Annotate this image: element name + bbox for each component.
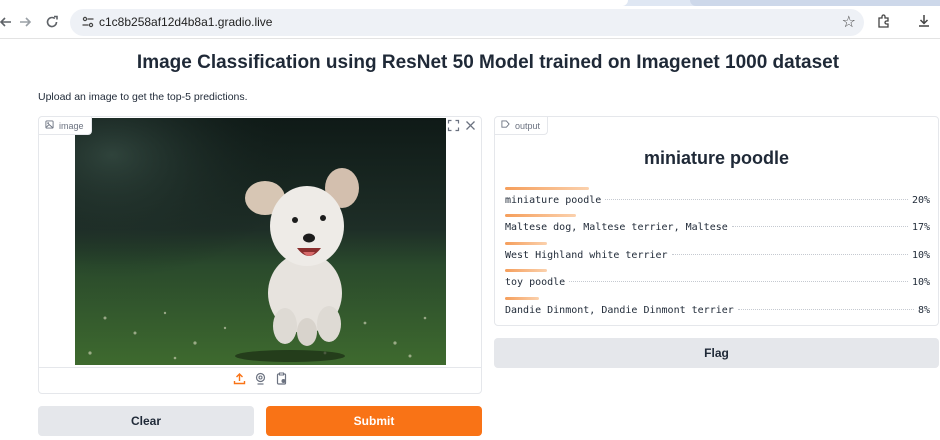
page-title: Image Classification using ResNet 50 Mod… — [136, 52, 840, 73]
site-info-icon[interactable] — [81, 15, 95, 29]
confidence-value: 10% — [911, 249, 930, 261]
confidence-label: West Highland white terrier — [505, 249, 668, 261]
flag-button[interactable]: Flag — [494, 338, 939, 368]
extensions-icon[interactable] — [876, 13, 892, 34]
confidence-row[interactable]: Dandie Dinmont, Dandie Dinmont terrier 8% — [505, 296, 930, 324]
confidence-row[interactable]: Maltese dog, Maltese terrier, Maltese 17% — [505, 214, 930, 241]
confidence-bar — [505, 187, 589, 190]
confidence-label: Maltese dog, Maltese terrier, Maltese — [505, 222, 728, 234]
address-bar[interactable]: c1c8b258af12d4b8a1.gradio.live ☆ — [70, 9, 864, 36]
confidence-label: miniature poodle — [505, 195, 602, 206]
page-description: Upload an image to get the top-5 predict… — [38, 91, 248, 103]
uploaded-image[interactable] — [75, 118, 446, 365]
predicted-label: miniature poodle — [643, 148, 789, 168]
confidence-bar — [505, 241, 547, 245]
confidence-row[interactable]: miniature poodle 20% — [505, 187, 930, 214]
confidence-label: Dandie Dinmont, Dandie Dinmont terrier — [505, 304, 734, 316]
confidence-value: 10% — [911, 277, 930, 289]
image-label-text: image — [59, 120, 84, 131]
confidence-list: miniature poodle 20% Maltese dog, Maltese… — [505, 187, 930, 324]
image-source-bar — [39, 367, 481, 393]
clipboard-icon[interactable] — [275, 372, 288, 390]
output-panel-label: output — [495, 117, 549, 135]
output-panel: output miniature poodle miniature poodle… — [494, 116, 939, 326]
dog-photo — [75, 118, 446, 365]
output-label-text: output — [515, 120, 541, 131]
fullscreen-icon[interactable] — [447, 119, 460, 137]
label-icon — [501, 120, 510, 131]
image-panel-label: image — [39, 117, 92, 135]
upload-icon[interactable] — [233, 372, 246, 390]
confidence-bar — [505, 269, 547, 273]
download-icon[interactable] — [916, 13, 932, 34]
confidence-value: 17% — [911, 222, 930, 234]
confidence-value: 8% — [917, 304, 930, 316]
clear-button[interactable]: Clear — [38, 406, 254, 436]
bookmark-star-icon[interactable]: ☆ — [842, 12, 856, 32]
image-toolbar — [447, 119, 477, 137]
webcam-icon[interactable] — [254, 372, 267, 390]
close-icon[interactable] — [464, 119, 477, 137]
confidence-row[interactable]: West Highland white terrier 10% — [505, 241, 930, 269]
browser-toolbar: c1c8b258af12d4b8a1.gradio.live ☆ — [0, 6, 940, 39]
confidence-value: 20% — [911, 195, 930, 206]
confidence-row[interactable]: toy poodle 10% — [505, 269, 930, 296]
image-icon — [45, 120, 54, 131]
reload-icon[interactable] — [40, 10, 64, 34]
confidence-label: toy poodle — [505, 277, 566, 289]
image-input-panel[interactable]: image — [38, 116, 482, 394]
submit-button[interactable]: Submit — [266, 406, 482, 436]
forward-arrow-icon[interactable] — [13, 10, 37, 34]
url-text[interactable]: c1c8b258af12d4b8a1.gradio.live — [99, 15, 272, 29]
confidence-bar — [505, 296, 539, 300]
confidence-bar — [505, 214, 577, 218]
